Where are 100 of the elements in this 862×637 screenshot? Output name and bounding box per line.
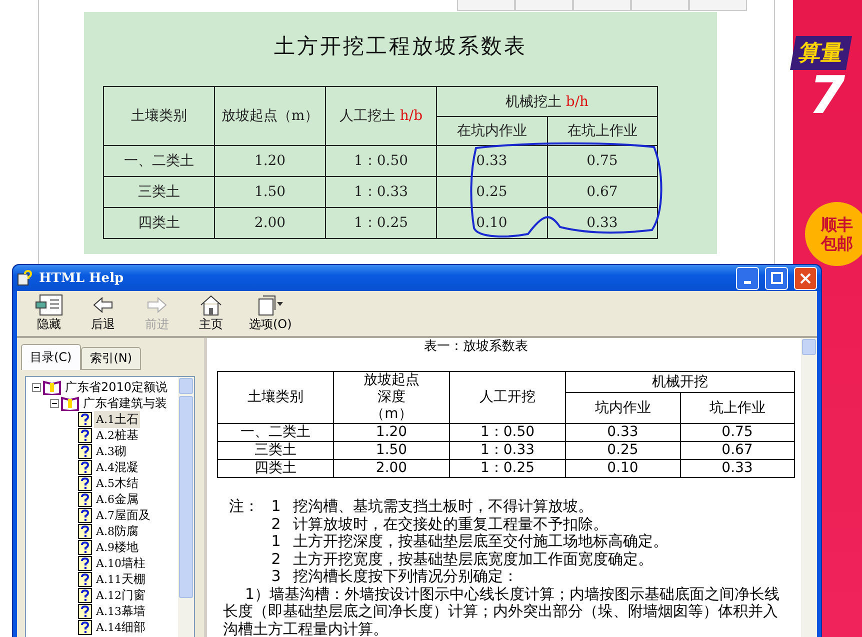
table-header: 机械开挖: [566, 372, 794, 392]
close-icon: [800, 272, 811, 284]
tree-item[interactable]: A.11天棚: [94, 570, 148, 588]
maximize-icon: [770, 272, 782, 284]
table-cell: 1：0.50: [326, 146, 436, 176]
note-text: 挖沟槽、基坑需支挡土板时，不得计算放坡。: [293, 498, 593, 516]
options-button[interactable]: 选项(O): [249, 294, 292, 333]
table-cell: 2.00: [214, 208, 326, 238]
table-header: 人工开挖: [450, 372, 566, 424]
tree-item[interactable]: A.6金属: [94, 490, 140, 508]
toolbar-button[interactable]: [573, 0, 631, 11]
help-topic-icon: [78, 524, 92, 538]
help-topic-icon: [78, 620, 92, 634]
scrollbar[interactable]: [801, 338, 817, 637]
table-header: 坑上作业: [680, 392, 794, 424]
table-cell: 四类土: [104, 208, 214, 238]
help-topic-icon: [78, 476, 92, 490]
note-number: 1: [270, 498, 282, 516]
table-cell: 0.33: [680, 460, 794, 478]
document-title: 土方开挖工程放坡系数表: [274, 33, 527, 60]
table-cell: 0.33: [547, 208, 658, 238]
table-cell: 0.67: [547, 176, 658, 208]
forward-arrow-icon: [146, 294, 168, 316]
table-cell: 1：0.33: [326, 176, 436, 208]
table-cell: 1.50: [214, 176, 326, 208]
tree-item[interactable]: A.5木结: [94, 474, 140, 492]
maximize-button[interactable]: [765, 266, 788, 290]
help-topic-icon: [78, 444, 92, 458]
toolbar-button[interactable]: [689, 0, 747, 11]
table-cell: 四类土: [218, 460, 334, 478]
book-icon: [43, 380, 61, 394]
table-cell: 三类土: [218, 442, 334, 460]
tab[interactable]: 索引(N): [80, 347, 142, 370]
note-number: 2: [270, 550, 282, 568]
note-text: 计算放坡时，在交接处的重复工程量不予扣除。: [293, 516, 608, 533]
table-cell: 0.33: [436, 146, 547, 176]
note-number: 3: [270, 568, 282, 586]
table-cell: 0.25: [436, 176, 547, 208]
table-cell: 一、二类土: [218, 424, 334, 442]
table-cell: 1.20: [334, 424, 450, 442]
note-number: 1: [270, 533, 282, 550]
back-button[interactable]: 后退: [87, 294, 119, 333]
toolbar-button[interactable]: [515, 0, 573, 11]
tree-folder[interactable]: 广东省2010定额说: [63, 378, 170, 396]
tree-item[interactable]: A.3砌: [94, 442, 128, 460]
minimize-icon: [744, 280, 751, 284]
options-icon: [256, 294, 284, 316]
help-topic-icon: [78, 604, 92, 618]
toolbar-button[interactable]: [631, 0, 689, 11]
table-header: 放坡起点深度（m）: [334, 372, 450, 424]
note-paragraph: 1）墙基沟槽：外墙按设计图示中心线长度计算；内墙按图示基础底面之间净长线长度（即基础垫层底之间净长度）计算；内外突出部分（垛、附墙烟囱等）体积并入沟槽土方工程量内计算。: [222, 586, 781, 637]
table-cell: 0.75: [680, 424, 794, 442]
table-header: 土壤类别: [218, 372, 334, 424]
table-cell: 0.10: [566, 460, 680, 478]
tree-folder[interactable]: 广东省建筑与装: [81, 394, 169, 412]
minimize-button[interactable]: [736, 266, 759, 290]
help-topic-icon: [78, 556, 92, 570]
table-header: 人工挖土 h/b: [326, 86, 436, 146]
tree-item[interactable]: A.7屋面及: [94, 506, 152, 524]
tree-item[interactable]: A.2桩基: [94, 426, 140, 444]
help-topic-icon: [78, 492, 92, 506]
tree-item[interactable]: A.14细部: [94, 618, 148, 636]
hide-button[interactable]: 隐藏: [33, 294, 65, 333]
table-cell: 0.75: [547, 146, 658, 176]
table-cell: 0.33: [566, 424, 680, 442]
table-caption: 表一：放坡系数表: [424, 338, 528, 355]
tree-item[interactable]: A.12门窗: [94, 586, 148, 604]
book-icon: [61, 396, 79, 410]
table-header: 土壤类别: [104, 86, 214, 146]
help-topic-icon: [78, 540, 92, 554]
note-text: 挖沟槽长度按下列情况分别确定：: [293, 568, 518, 586]
help-topic-icon: [78, 588, 92, 602]
collapse-icon[interactable]: [50, 398, 59, 408]
table-cell: 0.25: [566, 442, 680, 460]
table-header: 在坑上作业: [547, 116, 658, 146]
help-topic-icon: [78, 508, 92, 522]
tree-item[interactable]: A.10墙柱: [94, 554, 148, 572]
table-cell: 0.67: [680, 442, 794, 460]
tree-item[interactable]: A.13幕墙: [94, 602, 148, 620]
scrollbar[interactable]: [178, 377, 194, 637]
tab[interactable]: 目录(C): [21, 344, 81, 370]
help-topic-icon: [78, 428, 92, 442]
hide-pane-icon: [34, 294, 64, 316]
tree-item[interactable]: A.9楼地: [94, 538, 140, 556]
help-topic-icon: [78, 412, 92, 426]
table-cell: 一、二类土: [104, 146, 214, 176]
close-button[interactable]: [794, 266, 817, 290]
note-text: 土方开挖深度，按基础垫层底至交付施工场地标高确定。: [293, 533, 668, 550]
help-topic-icon: [78, 460, 92, 474]
tree-item[interactable]: A.8防腐: [94, 522, 140, 540]
table-cell: 1：0.25: [450, 460, 566, 478]
ad-headline: 算量: [790, 36, 852, 70]
tree-item[interactable]: A.4混凝: [94, 458, 140, 476]
help-topic-icon: [78, 572, 92, 586]
note-number: 2: [270, 516, 282, 533]
toolbar-button[interactable]: [457, 0, 515, 11]
collapse-icon[interactable]: [32, 382, 41, 392]
home-icon: [199, 294, 223, 316]
home-button[interactable]: 主页: [195, 294, 227, 333]
tree-item[interactable]: A.1土石: [94, 410, 140, 428]
